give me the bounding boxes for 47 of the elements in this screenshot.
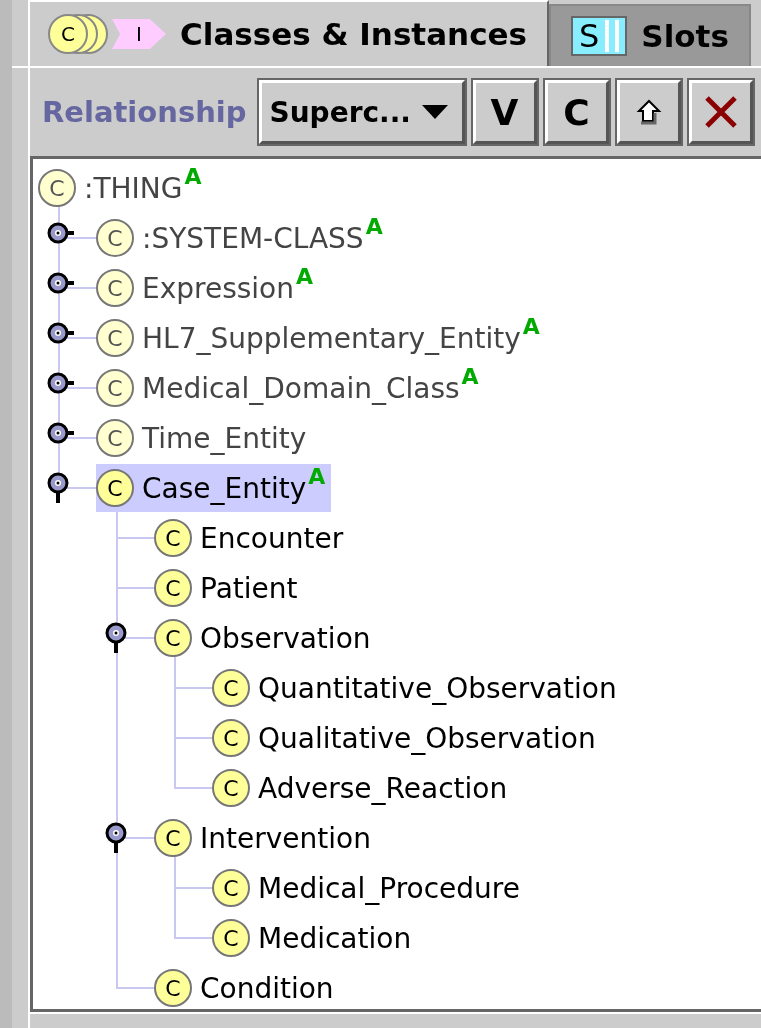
slot-icon: S	[571, 16, 628, 56]
class-icon: C	[154, 819, 192, 857]
tab[interactable]: S Slots	[549, 4, 751, 66]
tab[interactable]: C I Classes & Instances	[28, 0, 549, 66]
up-arrow-button[interactable]	[616, 80, 681, 144]
class-icon: C	[38, 169, 76, 207]
tree-item[interactable]: C Adverse_Reaction	[212, 764, 514, 812]
class-icon: C	[96, 369, 134, 407]
class-icon: C	[96, 269, 134, 307]
class-icon: C	[212, 669, 250, 707]
toolbar-button[interactable]: C	[544, 80, 609, 144]
class-icon: C	[96, 219, 134, 257]
class-icon: C	[212, 769, 250, 807]
tree-item[interactable]: C Medication	[212, 914, 418, 962]
tree-item[interactable]: C Time_Entity	[96, 414, 313, 462]
class-icon: C	[154, 569, 192, 607]
class-icon: C	[154, 619, 192, 657]
tree-item[interactable]: C Intervention	[154, 814, 377, 862]
abstract-marker: A	[365, 214, 383, 239]
relationship-dropdown[interactable]: Superc...	[258, 80, 465, 144]
tree-item[interactable]: C Quantitative_Observation	[212, 664, 623, 712]
abstract-marker: A	[184, 164, 202, 189]
tree-item[interactable]: C Encounter	[154, 514, 350, 562]
abstract-marker: A	[461, 364, 479, 389]
class-icon: C	[96, 419, 134, 457]
caret-icon	[421, 105, 448, 119]
instance-stack-icon: I	[112, 19, 166, 49]
class-icon: C	[154, 969, 192, 1007]
delete-button[interactable]	[688, 80, 753, 144]
class-icon: C	[96, 319, 134, 357]
class-icon: C	[212, 919, 250, 957]
up-arrow-icon	[635, 99, 662, 125]
toolbar-button[interactable]: V	[472, 80, 537, 144]
tree-item[interactable]: C Condition	[154, 964, 340, 1009]
class-icon: C	[212, 869, 250, 907]
abstract-marker: A	[296, 264, 314, 289]
close-icon	[702, 94, 739, 130]
tree-item[interactable]: C Observation	[154, 614, 377, 662]
class-icon: C	[96, 469, 134, 507]
class-icon: C	[154, 519, 192, 557]
tree-item[interactable]: C Qualitative_Observation	[212, 714, 602, 762]
class-icon: C	[212, 719, 250, 757]
tree-item[interactable]: C Medical_Procedure	[212, 864, 526, 912]
tree-item[interactable]: C Patient	[154, 564, 304, 612]
abstract-marker: A	[308, 464, 326, 489]
relationship-label: Relationship	[42, 95, 247, 129]
abstract-marker: A	[522, 314, 540, 339]
